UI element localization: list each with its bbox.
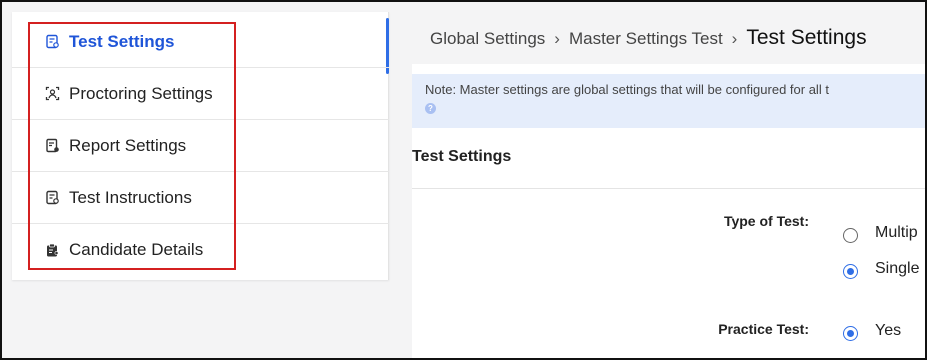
help-icon[interactable]: ?: [425, 103, 436, 114]
practice-test-label: Practice Test:: [718, 321, 809, 337]
proctoring-icon: [44, 86, 60, 102]
sidebar-item-candidate-details[interactable]: Candidate Details: [12, 224, 389, 276]
test-settings-icon: [44, 34, 60, 50]
settings-sidebar: Test Settings Proctoring Settings Report…: [12, 12, 389, 280]
breadcrumb-separator: ›: [554, 29, 560, 48]
radio-practice-yes[interactable]: [843, 326, 858, 341]
clipboard-user-icon: [44, 242, 60, 258]
type-of-test-label: Type of Test:: [723, 213, 809, 229]
note-text: Note: Master settings are global setting…: [425, 82, 829, 97]
section-title: Test Settings: [412, 148, 512, 165]
app-window: Test Settings Proctoring Settings Report…: [0, 0, 927, 360]
report-icon: [44, 138, 60, 154]
breadcrumb-master-settings[interactable]: Master Settings Test: [569, 29, 723, 48]
radio-single-label: Single: [875, 260, 920, 277]
sidebar-item-label: Report Settings: [69, 135, 187, 155]
radio-single[interactable]: [843, 264, 858, 279]
breadcrumb-separator: ›: [731, 29, 738, 48]
sidebar-item-test-instructions[interactable]: Test Instructions: [12, 172, 389, 224]
breadcrumb: Global Settings › Master Settings Test › Tes…: [430, 26, 867, 50]
sidebar-item-label: Proctoring Settings: [69, 83, 213, 103]
sidebar-item-label: Test Settings: [69, 31, 175, 51]
sidebar-item-label: Test Instructions: [69, 187, 192, 207]
sidebar-item-report-settings[interactable]: Report Settings: [12, 120, 389, 172]
radio-practice-yes-label: Yes: [875, 322, 902, 339]
radio-multiple-label: Multip: [875, 224, 918, 241]
radio-multiple[interactable]: [843, 228, 858, 243]
breadcrumb-global-settings[interactable]: Global Settings: [430, 29, 545, 48]
divider: [412, 188, 925, 189]
sidebar-item-label: Candidate Details: [69, 240, 204, 259]
page-title: Test Settings: [746, 26, 867, 49]
settings-content: Note: Master settings are global setting…: [412, 64, 925, 358]
main-panel: Global Settings › Master Settings Test › Tes…: [396, 12, 925, 358]
instructions-icon: [44, 190, 60, 206]
info-note: Note: Master settings are global setting…: [412, 74, 925, 128]
sidebar-item-test-settings[interactable]: Test Settings: [12, 16, 389, 68]
sidebar-item-proctoring-settings[interactable]: Proctoring Settings: [12, 68, 389, 120]
